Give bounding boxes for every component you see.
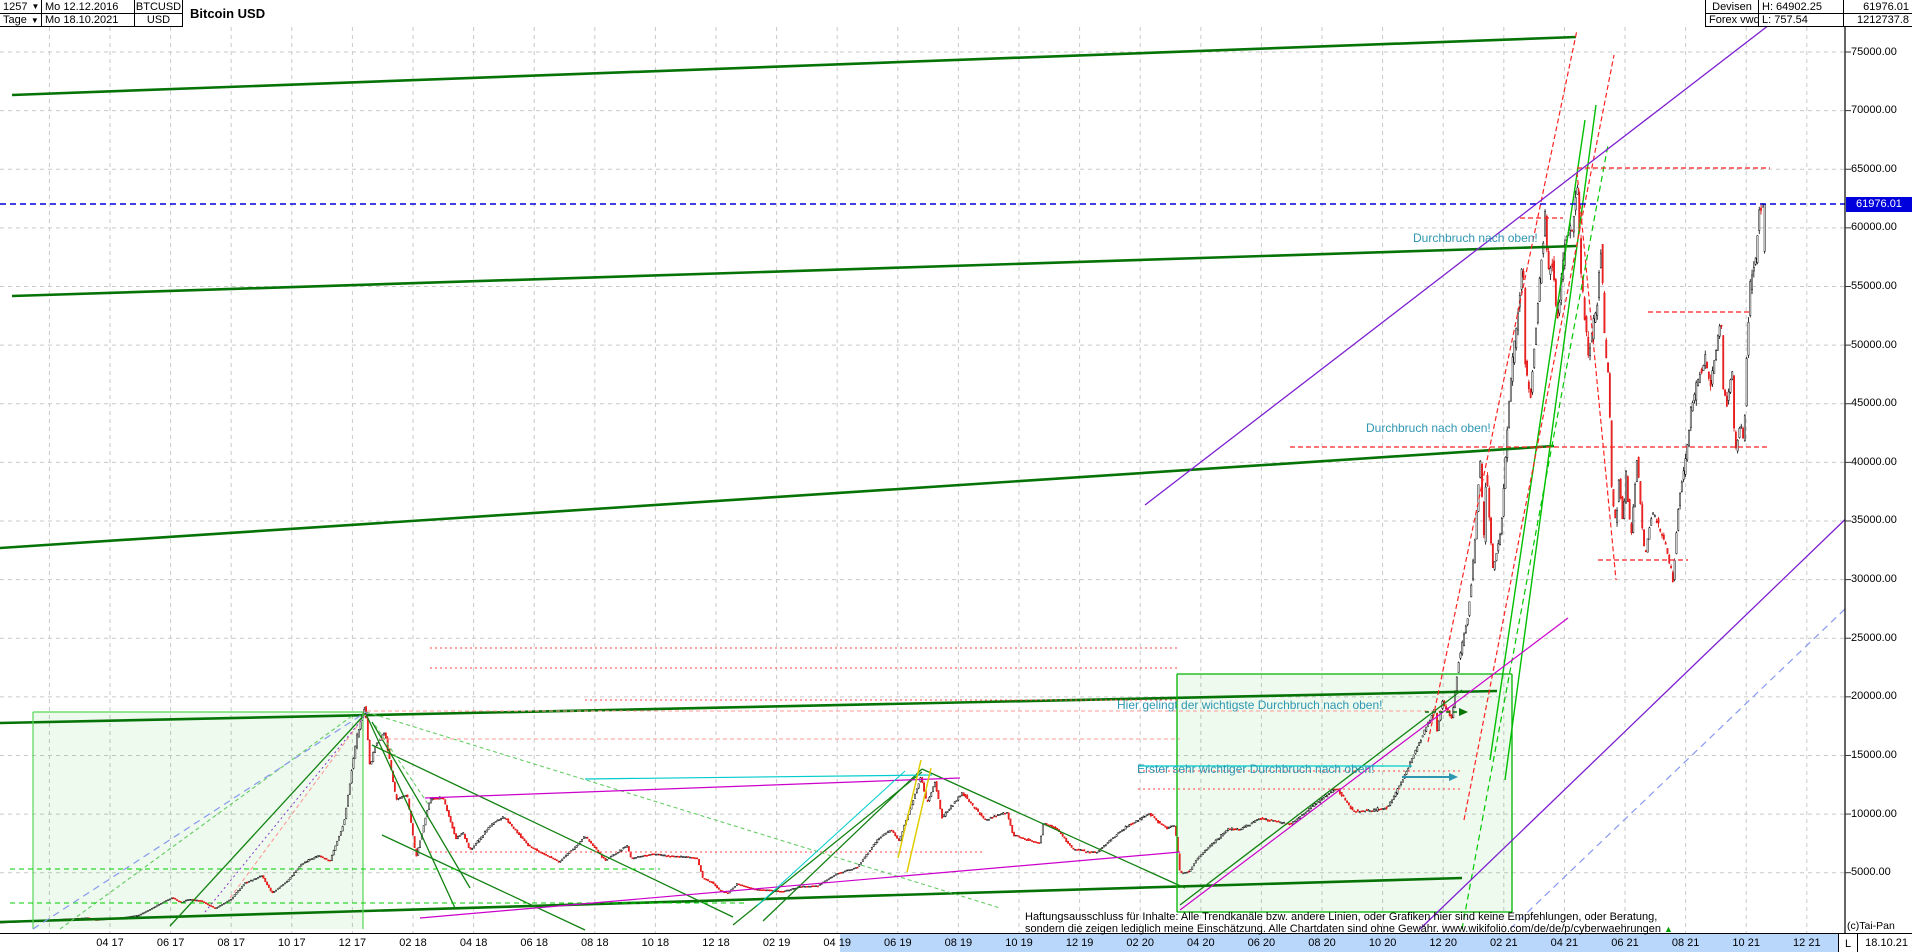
date-tick-label: 08 17 xyxy=(217,937,245,949)
currency-cell: USD xyxy=(135,14,183,27)
date-tick-label: 04 18 xyxy=(459,937,488,949)
last-price-value: 61976.01 xyxy=(1863,0,1909,13)
volume-cell: 1212737.8 xyxy=(1843,14,1912,27)
high-cell: H: 64902.25 xyxy=(1758,0,1843,14)
date-tick-label: 04 20 xyxy=(1187,937,1215,949)
chevron-down-icon: ▼ xyxy=(31,2,40,11)
price-tick-label: 75000.00 xyxy=(1851,45,1897,58)
date-tick-label: 06 18 xyxy=(520,937,548,949)
feed-cell: Forex vwd xyxy=(1705,14,1760,27)
symbol-cell: BTCUSD xyxy=(135,0,183,14)
bars-count-value: 1257 xyxy=(3,0,28,13)
price-tick-label: 70000.00 xyxy=(1851,104,1897,117)
date-tick-label: 10 18 xyxy=(641,937,670,949)
date-tick-label: 12 21 xyxy=(1793,937,1821,949)
period-value: Tage xyxy=(3,14,27,26)
triangle-up-icon: ▲ xyxy=(1664,924,1673,934)
date-tick-label: 06 20 xyxy=(1247,937,1276,949)
date-tick-label: 12 19 xyxy=(1065,937,1094,949)
date-tick-label: 06 19 xyxy=(884,937,912,949)
date-tick-label: 02 21 xyxy=(1490,937,1518,949)
date-tick-label: 08 20 xyxy=(1308,937,1336,949)
date-tick-label: 02 18 xyxy=(399,937,427,949)
date-tick-label: 02 20 xyxy=(1126,937,1154,949)
price-tick-label: 35000.00 xyxy=(1851,514,1897,527)
chart-canvas[interactable] xyxy=(0,0,1912,952)
taipan-chart-window: 1257 ▼ Mo 12.12.2016 BTCUSD Tage ▼ Mo 18… xyxy=(0,0,1912,952)
price-tick-label: 10000.00 xyxy=(1851,807,1897,820)
date-axis: 04 17 06 17 08 17 10 17 12 17 02 18 04 18 06 18… xyxy=(0,933,1912,952)
high-value: H: 64902.25 xyxy=(1762,0,1822,13)
copyright-label: (c)Tai-Pan xyxy=(1847,920,1895,932)
symbol-value: BTCUSD xyxy=(135,0,182,13)
date-tick-label: 06 17 xyxy=(156,937,185,949)
date-tick-label: 10 21 xyxy=(1732,937,1760,949)
low-cell: L: 757.54 xyxy=(1758,14,1843,27)
annotation-text-2: Durchbruch nach oben! xyxy=(1366,421,1491,435)
disclaimer-line2: sondern die zeigen lediglich meine Einsc… xyxy=(1025,923,1673,935)
bars-count-dropdown[interactable]: 1257 ▼ xyxy=(0,0,42,14)
date-tick-label: 12 17 xyxy=(338,937,367,949)
last-date-label: 18.10.21 xyxy=(1865,937,1908,949)
annotation-text-4: Erster sehr wichtiger Durchbruch nach ob… xyxy=(1137,762,1375,776)
date-tick-label: 08 18 xyxy=(581,937,609,949)
price-tick-label: 50000.00 xyxy=(1851,338,1897,351)
date-tick-label: 04 17 xyxy=(96,937,124,949)
disclaimer-line1: Haftungsausschluss für Inhalte: Alle Tre… xyxy=(1025,911,1658,923)
annotation-text-3: Hier gelingt der wichtigste Durchbruch n… xyxy=(1117,698,1383,712)
start-date-field[interactable]: Mo 12.12.2016 xyxy=(42,0,135,14)
chevron-down-icon: ▼ xyxy=(30,15,39,25)
low-value: L: 757.54 xyxy=(1762,14,1808,26)
period-dropdown[interactable]: Tage ▼ xyxy=(0,14,42,27)
current-price-label: 61976.01 xyxy=(1846,196,1912,212)
end-date-value: Mo 18.10.2021 xyxy=(45,14,119,26)
currency-value: USD xyxy=(146,14,171,26)
price-tick-label: 15000.00 xyxy=(1851,748,1897,761)
end-date-field[interactable]: Mo 18.10.2021 xyxy=(42,14,135,27)
disclaimer-text: Haftungsausschluss für Inhalte: Alle Tre… xyxy=(1025,911,1673,935)
market-value: Devisen xyxy=(1712,0,1752,13)
date-tick-label: 12 20 xyxy=(1429,937,1457,949)
date-tick-label: 12 18 xyxy=(702,937,730,949)
volume-value: 1212737.8 xyxy=(1857,14,1909,26)
date-tick-label: 10 19 xyxy=(1005,937,1033,949)
price-tick-label: 25000.00 xyxy=(1851,631,1897,644)
market-cell: Devisen xyxy=(1705,0,1758,14)
date-tick-label: 10 20 xyxy=(1368,937,1397,949)
feed-value: Forex vwd xyxy=(1709,14,1760,26)
price-tick-label: 65000.00 xyxy=(1851,162,1897,175)
date-tick-label: 08 21 xyxy=(1671,937,1700,949)
last-bar-button[interactable]: L xyxy=(1838,934,1858,952)
price-tick-label: 55000.00 xyxy=(1851,279,1897,292)
last-price-cell: 61976.01 xyxy=(1843,0,1912,14)
price-tick-label: 30000.00 xyxy=(1851,573,1897,586)
price-tick-label: 60000.00 xyxy=(1851,221,1897,234)
page-title: Bitcoin USD xyxy=(190,6,266,21)
annotation-text-1: Durchbruch nach oben! xyxy=(1413,231,1538,245)
start-date-value: Mo 12.12.2016 xyxy=(45,0,119,13)
price-tick-label: 45000.00 xyxy=(1851,397,1897,410)
date-tick-label: 04 19 xyxy=(823,937,851,949)
date-tick-label: 06 21 xyxy=(1611,937,1639,949)
date-tick-label: 08 19 xyxy=(944,937,973,949)
date-tick-label: 10 17 xyxy=(278,937,306,949)
price-tick-label: 5000.00 xyxy=(1851,866,1891,879)
date-tick-label: 04 21 xyxy=(1550,937,1579,949)
date-tick-label: 02 19 xyxy=(762,937,791,949)
price-tick-label: 20000.00 xyxy=(1851,690,1897,703)
price-tick-label: 40000.00 xyxy=(1851,455,1897,468)
